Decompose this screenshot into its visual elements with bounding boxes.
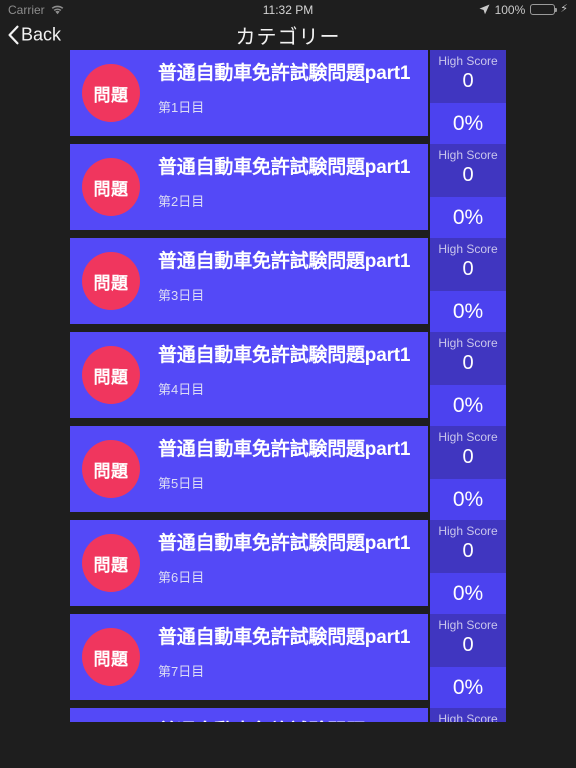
card-text: 普通自動車免許試験問題part1 第1日目 <box>158 58 422 116</box>
high-score-value: 0 <box>462 352 474 375</box>
card-text: 普通自動車免許試験問題part1 第2日目 <box>158 152 422 210</box>
high-score-label: High Score <box>438 430 498 444</box>
list-item[interactable]: 問題 普通自動車免許試験問題part1 第6日目 High Score 0 0% <box>0 520 576 614</box>
category-card[interactable]: 問題 普通自動車免許試験問題part1 第5日目 <box>70 426 428 512</box>
card-title: 普通自動車免許試験問題part1 <box>158 716 422 722</box>
high-score-label: High Score <box>438 148 498 162</box>
high-score-value: 0 <box>462 634 474 657</box>
card-title: 普通自動車免許試験問題part1 <box>158 251 411 272</box>
list-item[interactable]: 問題 普通自動車免許試験問題part1 第1日目 High Score 0 0% <box>0 50 576 144</box>
list-item[interactable]: 問題 普通自動車免許試験問題part1 第4日目 High Score 0 0% <box>0 332 576 426</box>
high-score-value: 0 <box>462 164 474 187</box>
score-panel[interactable]: High Score 0 0% <box>430 332 506 426</box>
location-arrow-icon <box>479 4 490 15</box>
category-card[interactable]: 問題 普通自動車免許試験問題part1 第6日目 <box>70 520 428 606</box>
lightning-bolt-icon: ⚡ <box>560 3 568 15</box>
percent-value: 0% <box>430 667 506 708</box>
battery-full-icon <box>530 4 558 15</box>
card-text: 普通自動車免許試験問題part1 第7日目 <box>158 622 422 680</box>
score-panel[interactable]: High Score 0 0% <box>430 50 506 144</box>
high-score-section: High Score 0 <box>430 426 506 479</box>
high-score-section: High Score 0 <box>430 238 506 291</box>
battery-percent-label: 100% <box>494 2 526 17</box>
card-subtitle: 第2日目 <box>158 194 205 209</box>
question-badge: 問題 <box>82 628 140 686</box>
card-title: 普通自動車免許試験問題part1 <box>158 157 411 178</box>
high-score-value: 0 <box>462 258 474 281</box>
list-item[interactable]: 問題 普通自動車免許試験問題part1 第2日目 High Score 0 0% <box>0 144 576 238</box>
question-badge: 問題 <box>82 440 140 498</box>
wifi-icon <box>51 5 64 15</box>
question-badge: 問題 <box>82 64 140 122</box>
category-card[interactable]: 問題 普通自動車免許試験問題part1 第3日目 <box>70 238 428 324</box>
list-item[interactable]: 問題普通自動車免許試験問題part1第8日目High Score00% <box>0 708 576 722</box>
card-title: 普通自動車免許試験問題part1 <box>158 63 411 84</box>
high-score-section: High Score 0 <box>430 332 506 385</box>
high-score-label: High Score <box>438 618 498 632</box>
high-score-section: High Score 0 <box>430 50 506 103</box>
card-text: 普通自動車免許試験問題part1第8日目 <box>158 716 422 722</box>
page-title: カテゴリー <box>235 26 341 48</box>
navigation-bar: Back カテゴリー <box>0 19 576 50</box>
carrier-label: Carrier <box>8 2 45 17</box>
list-item[interactable]: 問題 普通自動車免許試験問題part1 第7日目 High Score 0 0% <box>0 614 576 708</box>
high-score-label: High Score <box>438 54 498 68</box>
card-text: 普通自動車免許試験問題part1 第6日目 <box>158 528 422 586</box>
category-card[interactable]: 問題普通自動車免許試験問題part1第8日目 <box>70 708 428 722</box>
card-text: 普通自動車免許試験問題part1 第3日目 <box>158 246 422 304</box>
status-bar-right: 100% ⚡ <box>479 3 568 17</box>
high-score-label: High Score <box>438 524 498 538</box>
card-title: 普通自動車免許試験問題part1 <box>158 533 411 554</box>
card-subtitle: 第7日目 <box>158 664 205 679</box>
percent-value: 0% <box>430 573 506 614</box>
score-panel[interactable]: High Score 0 0% <box>430 238 506 332</box>
card-title: 普通自動車免許試験問題part1 <box>158 627 411 648</box>
percent-value: 0% <box>430 291 506 332</box>
card-subtitle: 第1日目 <box>158 100 205 115</box>
card-text: 普通自動車免許試験問題part1 第4日目 <box>158 340 422 398</box>
high-score-section: High Score 0 <box>430 614 506 667</box>
high-score-label: High Score <box>438 336 498 350</box>
percent-value: 0% <box>430 197 506 238</box>
list-item[interactable]: 問題 普通自動車免許試験問題part1 第5日目 High Score 0 0% <box>0 426 576 520</box>
card-text: 普通自動車免許試験問題part1 第5日目 <box>158 434 422 492</box>
list-item[interactable]: 問題 普通自動車免許試験問題part1 第3日目 High Score 0 0% <box>0 238 576 332</box>
score-panel[interactable]: High Score 0 0% <box>430 614 506 708</box>
card-subtitle: 第5日目 <box>158 476 205 491</box>
high-score-value: 0 <box>462 540 474 563</box>
card-subtitle: 第3日目 <box>158 288 205 303</box>
app-root: Carrier 11:32 PM 100% ⚡ Back カテゴリー 問題 普通… <box>0 0 576 768</box>
status-bar-left: Carrier <box>8 3 64 17</box>
card-title: 普通自動車免許試験問題part1 <box>158 439 411 460</box>
card-subtitle: 第4日目 <box>158 382 205 397</box>
high-score-section: High Score 0 <box>430 520 506 573</box>
question-badge: 問題 <box>82 534 140 592</box>
high-score-value: 0 <box>462 70 474 93</box>
question-badge: 問題 <box>82 252 140 310</box>
question-badge: 問題 <box>82 346 140 404</box>
high-score-label: High Score <box>438 242 498 256</box>
percent-value: 0% <box>430 103 506 144</box>
percent-value: 0% <box>430 385 506 426</box>
status-bar: Carrier 11:32 PM 100% ⚡ <box>0 0 576 19</box>
category-list[interactable]: 問題 普通自動車免許試験問題part1 第1日目 High Score 0 0% 問題 普通自… <box>0 50 576 722</box>
score-panel[interactable]: High Score 0 0% <box>430 520 506 614</box>
score-panel[interactable]: High Score 0 0% <box>430 144 506 238</box>
question-badge: 問題 <box>82 158 140 216</box>
high-score-section: High Score0 <box>430 708 506 722</box>
category-card[interactable]: 問題 普通自動車免許試験問題part1 第1日目 <box>70 50 428 136</box>
percent-value: 0% <box>430 479 506 520</box>
category-card[interactable]: 問題 普通自動車免許試験問題part1 第4日目 <box>70 332 428 418</box>
category-card[interactable]: 問題 普通自動車免許試験問題part1 第2日目 <box>70 144 428 230</box>
high-score-section: High Score 0 <box>430 144 506 197</box>
card-title: 普通自動車免許試験問題part1 <box>158 345 411 366</box>
score-panel[interactable]: High Score 0 0% <box>430 426 506 520</box>
score-panel[interactable]: High Score00% <box>430 708 506 722</box>
high-score-value: 0 <box>462 446 474 469</box>
high-score-label: High Score <box>438 712 498 722</box>
category-card[interactable]: 問題 普通自動車免許試験問題part1 第7日目 <box>70 614 428 700</box>
card-subtitle: 第6日目 <box>158 570 205 585</box>
